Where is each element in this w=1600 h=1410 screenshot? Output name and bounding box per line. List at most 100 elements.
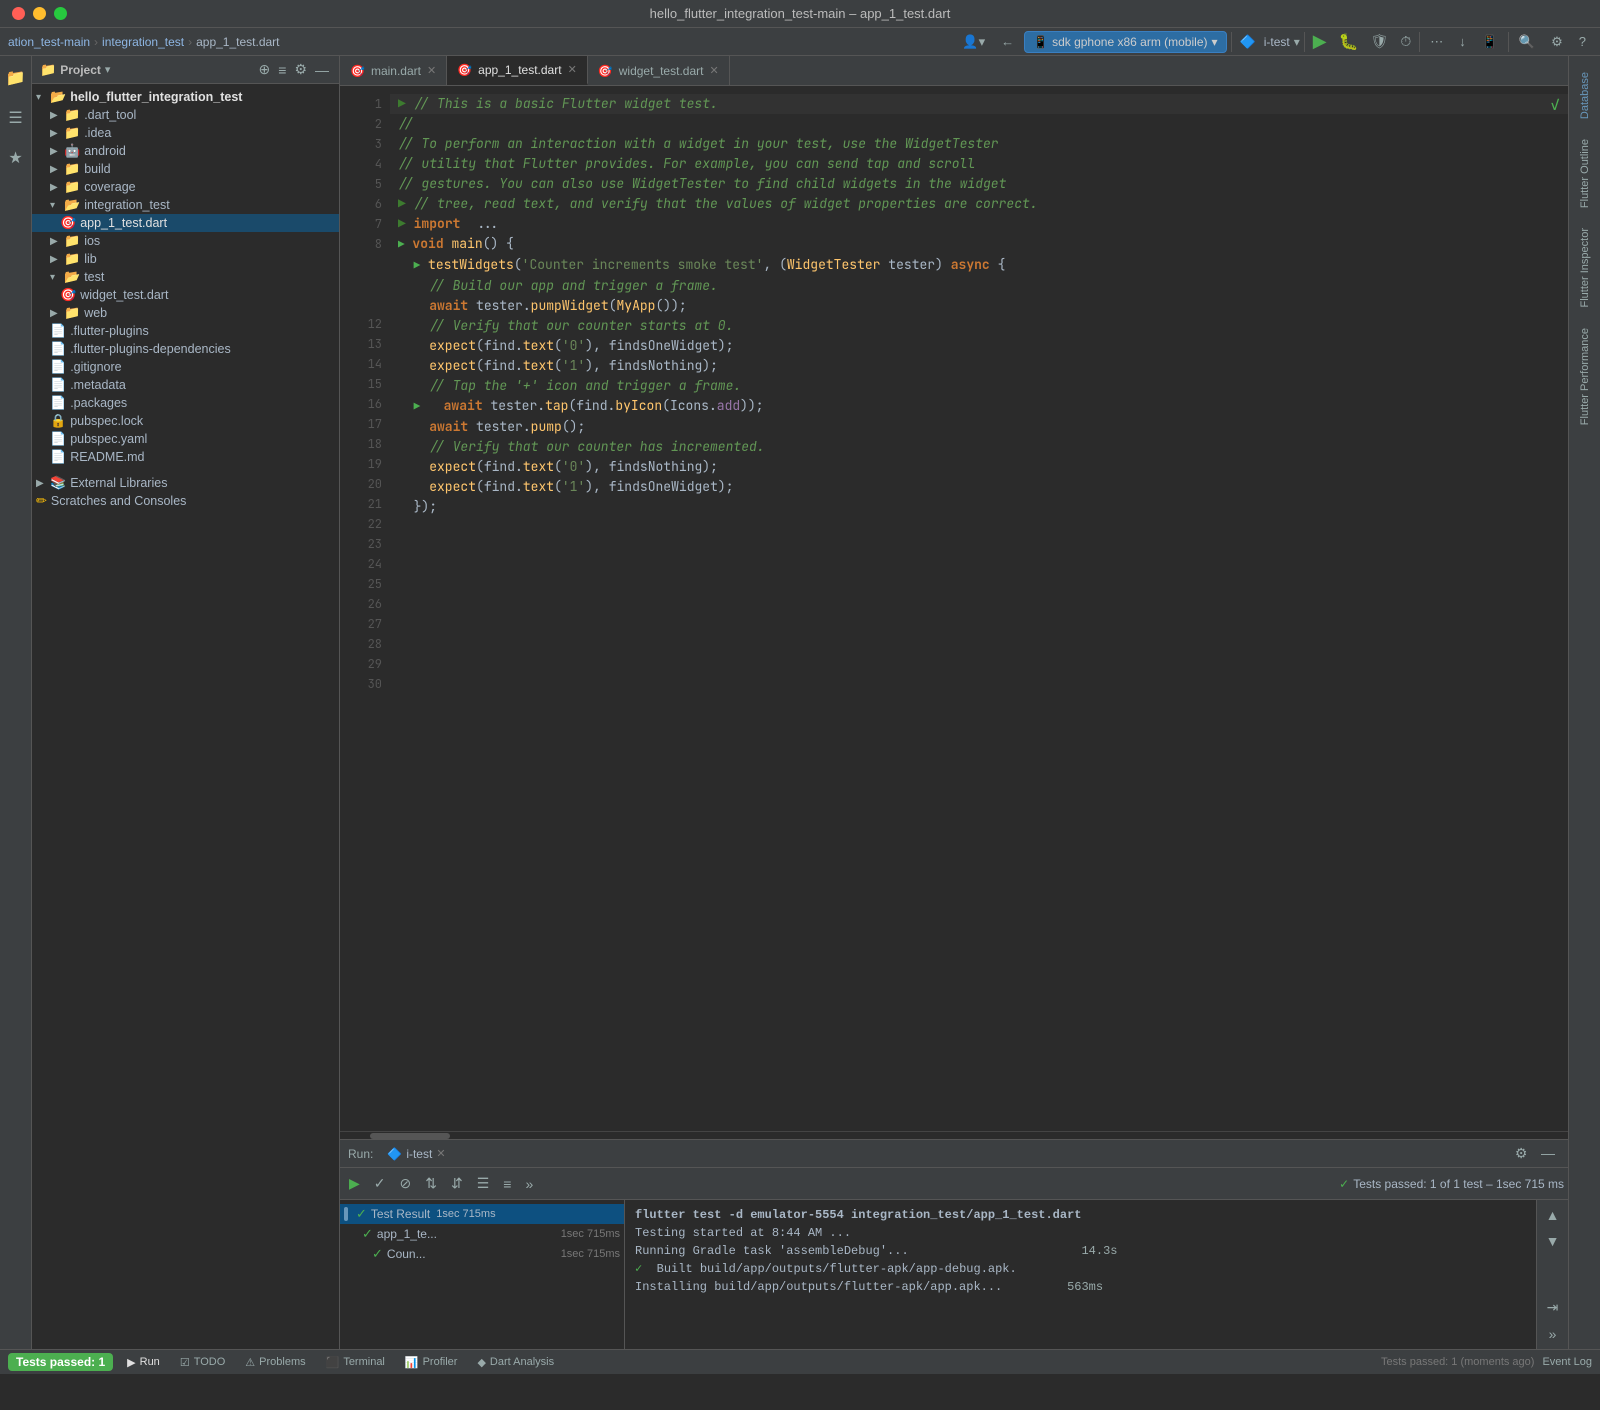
tree-idea[interactable]: ▶ 📁 .idea bbox=[32, 124, 339, 142]
tab-widget-test-close[interactable]: ✕ bbox=[709, 64, 718, 77]
run-expand-button[interactable]: ☰ bbox=[472, 1172, 495, 1195]
tree-flutter-plugins-deps[interactable]: 📄 .flutter-plugins-dependencies bbox=[32, 340, 339, 358]
tab-main-dart[interactable]: 🎯 main.dart ✕ bbox=[340, 56, 447, 85]
tab-widget-test-icon: 🎯 bbox=[598, 64, 613, 78]
tab-main-dart-label: main.dart bbox=[371, 64, 421, 78]
structure-icon[interactable]: ☰ bbox=[4, 104, 26, 132]
breadcrumb-file[interactable]: app_1_test.dart bbox=[196, 35, 279, 49]
tree-flutter-plugins[interactable]: 📄 .flutter-plugins bbox=[32, 322, 339, 340]
breadcrumb-folder[interactable]: integration_test bbox=[102, 35, 184, 49]
locate-file-button[interactable]: ⊕ bbox=[257, 59, 273, 80]
expand-right-button[interactable]: » bbox=[1546, 1323, 1560, 1345]
status-tab-dart-analysis[interactable]: ◆ Dart Analysis bbox=[471, 1355, 560, 1370]
tree-ios[interactable]: ▶ 📁 ios bbox=[32, 232, 339, 250]
scroll-up-button[interactable]: ▲ bbox=[1543, 1204, 1563, 1226]
run-output[interactable]: flutter test -d emulator-5554 integratio… bbox=[625, 1200, 1536, 1349]
run-more-button[interactable]: » bbox=[520, 1173, 538, 1195]
code-editor[interactable]: 1 2 3 4 5 6 7 8 9 10 11 12 13 14 15 16 1… bbox=[340, 86, 1568, 1131]
code-line-3: // To perform an interaction with a widg… bbox=[390, 134, 1568, 154]
tab-app-1-test[interactable]: 🎯 app_1_test.dart ✕ bbox=[447, 56, 588, 85]
event-log[interactable]: Event Log bbox=[1542, 1356, 1592, 1368]
run-config-dropdown[interactable]: ▾ bbox=[1294, 35, 1300, 49]
breadcrumb-project[interactable]: ation_test-main bbox=[8, 35, 90, 49]
right-panel-flutter-performance[interactable]: Flutter Performance bbox=[1575, 320, 1595, 433]
align-button[interactable]: ⇥ bbox=[1544, 1296, 1562, 1319]
coverage-button[interactable]: 🛡 bbox=[1367, 29, 1393, 54]
todo-label: TODO bbox=[194, 1356, 226, 1368]
tree-gitignore[interactable]: 📄 .gitignore bbox=[32, 358, 339, 376]
right-panel-flutter-inspector[interactable]: Flutter Inspector bbox=[1575, 220, 1595, 315]
tree-external-libraries[interactable]: ▶ 📚 External Libraries bbox=[32, 474, 339, 492]
horizontal-scrollbar[interactable] bbox=[340, 1131, 1568, 1139]
tree-dart-tool[interactable]: ▶ 📁 .dart_tool bbox=[32, 106, 339, 124]
right-panel-flutter-outline[interactable]: Flutter Outline bbox=[1575, 131, 1595, 216]
vcs-update-button[interactable]: ↓ bbox=[1453, 30, 1472, 53]
minimize-button[interactable] bbox=[33, 7, 46, 20]
settings-button[interactable]: ⚙ bbox=[1545, 30, 1569, 54]
web-label: web bbox=[84, 306, 107, 320]
status-tab-profiler[interactable]: 📊 Profiler bbox=[399, 1355, 464, 1370]
tree-widget-test[interactable]: 🎯 widget_test.dart bbox=[32, 286, 339, 304]
run-panel-right-controls: ▲ ▼ ⇥ » bbox=[1536, 1200, 1568, 1349]
run-sort-dur-button[interactable]: ⇵ bbox=[446, 1172, 468, 1195]
tree-scratches[interactable]: ✏ Scratches and Consoles bbox=[32, 492, 339, 510]
run-result-app1[interactable]: ✓ app_1_te... 1sec 715ms bbox=[340, 1224, 624, 1244]
status-tab-terminal[interactable]: ⬛ Terminal bbox=[320, 1355, 391, 1370]
tree-test[interactable]: ▾ 📂 test bbox=[32, 268, 339, 286]
tree-metadata[interactable]: 📄 .metadata bbox=[32, 376, 339, 394]
run-tab-itest[interactable]: 🔷 i-test ✕ bbox=[381, 1145, 451, 1163]
back-button[interactable]: ← bbox=[995, 30, 1020, 53]
tree-packages[interactable]: 📄 .packages bbox=[32, 394, 339, 412]
tree-pubspec-yaml[interactable]: 📄 pubspec.yaml bbox=[32, 430, 339, 448]
run-collapse-button[interactable]: ≡ bbox=[498, 1173, 516, 1195]
close-panel-button[interactable]: — bbox=[313, 59, 331, 80]
run-minimize-button[interactable]: — bbox=[1536, 1142, 1560, 1164]
tree-app-1-test[interactable]: 🎯 app_1_test.dart bbox=[32, 214, 339, 232]
maximize-button[interactable] bbox=[54, 7, 67, 20]
run-sort-alpha-button[interactable]: ⇅ bbox=[420, 1172, 442, 1195]
scroll-down-button[interactable]: ▼ bbox=[1543, 1230, 1563, 1252]
project-icon[interactable]: 📁 bbox=[2, 64, 30, 92]
tree-lib[interactable]: ▶ 📁 lib bbox=[32, 250, 339, 268]
close-button[interactable] bbox=[12, 7, 25, 20]
status-tab-run[interactable]: ▶ Run bbox=[121, 1355, 166, 1370]
tree-build[interactable]: ▶ 📁 build bbox=[32, 160, 339, 178]
panel-dropdown[interactable]: ▾ bbox=[105, 63, 111, 76]
debug-button[interactable]: 🐛 bbox=[1335, 28, 1363, 56]
run-result-root[interactable]: ✓ Test Result 1sec 715ms bbox=[340, 1204, 624, 1224]
code-content[interactable]: ▶ // This is a basic Flutter widget test… bbox=[390, 86, 1568, 1131]
status-tab-todo[interactable]: ☑ TODO bbox=[174, 1355, 231, 1370]
run-stop-button[interactable]: ⊘ bbox=[395, 1172, 417, 1195]
collapse-all-button[interactable]: ≡ bbox=[276, 59, 288, 80]
tree-readme[interactable]: 📄 README.md bbox=[32, 448, 339, 466]
run-tab-close[interactable]: ✕ bbox=[436, 1147, 445, 1160]
status-tab-problems[interactable]: ⚠ Problems bbox=[239, 1355, 311, 1370]
run-result-counter[interactable]: ✓ Coun... 1sec 715ms bbox=[340, 1244, 624, 1264]
vcs-author-button[interactable]: 👤▾ bbox=[956, 30, 991, 54]
flutter-plugins-icon: 📄 bbox=[50, 323, 66, 339]
run-button[interactable]: ▶ bbox=[1309, 27, 1331, 56]
tree-integration-test[interactable]: ▾ 📂 integration_test bbox=[32, 196, 339, 214]
device-selector[interactable]: 📱 sdk gphone x86 arm (mobile) ▾ bbox=[1024, 31, 1226, 53]
run-play-button[interactable]: ▶ bbox=[344, 1172, 365, 1195]
settings-panel-button[interactable]: ⚙ bbox=[292, 59, 309, 80]
tree-android[interactable]: ▶ 🤖 android bbox=[32, 142, 339, 160]
test-label: test bbox=[84, 270, 104, 284]
tab-app-1-test-close[interactable]: ✕ bbox=[568, 63, 577, 76]
run-settings-button[interactable]: ⚙ bbox=[1510, 1142, 1533, 1165]
tree-web[interactable]: ▶ 📁 web bbox=[32, 304, 339, 322]
more-actions-button[interactable]: ⋯ bbox=[1424, 30, 1449, 54]
tests-passed-badge: Tests passed: 1 bbox=[8, 1353, 113, 1371]
tree-root[interactable]: ▾ 📂 hello_flutter_integration_test bbox=[32, 88, 339, 106]
help-button[interactable]: ? bbox=[1573, 30, 1592, 53]
run-checkmark-button[interactable]: ✓ bbox=[369, 1172, 391, 1195]
tree-pubspec-lock[interactable]: 🔒 pubspec.lock bbox=[32, 412, 339, 430]
favorites-icon[interactable]: ★ bbox=[4, 144, 26, 172]
search-button[interactable]: 🔍 bbox=[1513, 30, 1541, 54]
tree-coverage[interactable]: ▶ 📁 coverage bbox=[32, 178, 339, 196]
profile-button[interactable]: ⏱ bbox=[1396, 29, 1415, 54]
device-mirror-button[interactable]: 📱 bbox=[1476, 30, 1504, 54]
tab-main-dart-close[interactable]: ✕ bbox=[427, 64, 436, 77]
right-panel-database[interactable]: Database bbox=[1575, 64, 1595, 127]
tab-widget-test[interactable]: 🎯 widget_test.dart ✕ bbox=[588, 56, 730, 85]
